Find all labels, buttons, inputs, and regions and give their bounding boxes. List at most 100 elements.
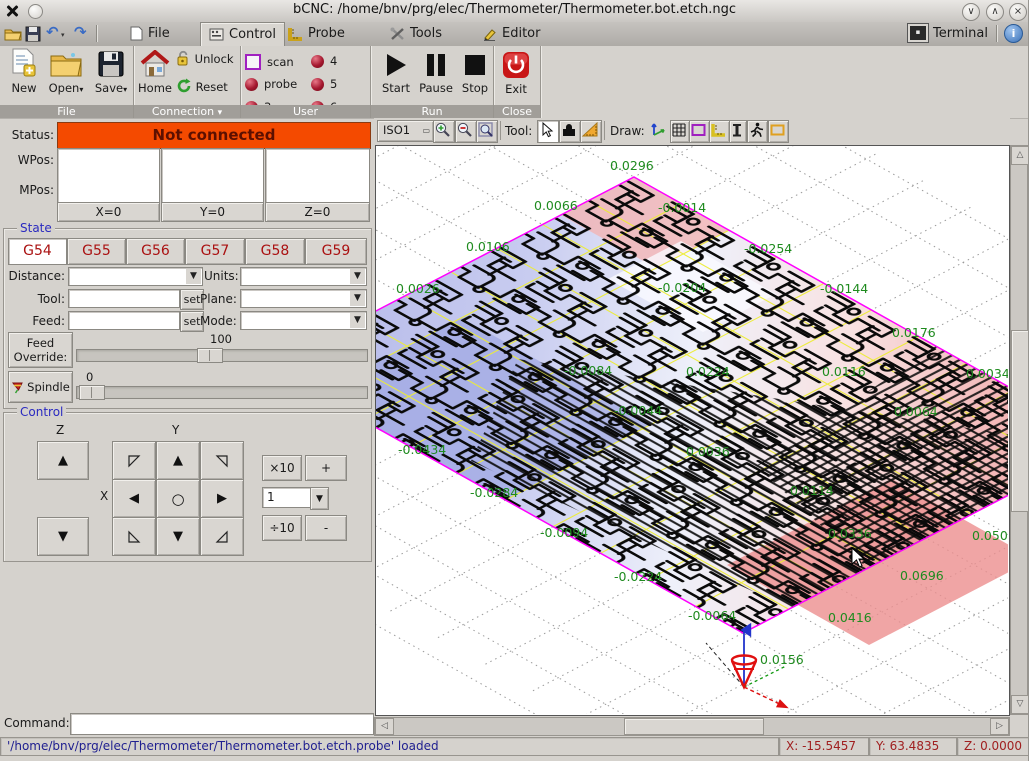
wpos-x-display[interactable] bbox=[57, 148, 160, 203]
tab-file[interactable]: File bbox=[122, 22, 178, 45]
tab-tools[interactable]: Tools bbox=[382, 22, 450, 45]
plane-dropdown-arrow[interactable]: ▼ bbox=[350, 291, 365, 306]
unlock-button[interactable]: Unlock bbox=[176, 50, 238, 66]
mode-dropdown-arrow[interactable]: ▼ bbox=[350, 313, 365, 328]
draw-margin-toggle[interactable] bbox=[689, 120, 710, 143]
distance-dropdown-arrow[interactable]: ▼ bbox=[186, 269, 201, 284]
gantry-tool-button[interactable] bbox=[559, 120, 581, 143]
draw-axes-toggle[interactable] bbox=[650, 120, 668, 141]
vertical-scroll-thumb[interactable] bbox=[1011, 330, 1029, 512]
units-dropdown-arrow[interactable]: ▼ bbox=[350, 269, 365, 284]
zero-z-button[interactable]: Z=0 bbox=[265, 202, 370, 222]
tab-probe[interactable]: Probe bbox=[280, 22, 353, 45]
draw-rapid-toggle[interactable] bbox=[768, 120, 789, 143]
wcs-g58-button[interactable]: G58 bbox=[245, 238, 305, 265]
user-button-5[interactable]: 5 bbox=[311, 77, 337, 91]
step-mul10-button[interactable]: ×10 bbox=[262, 455, 302, 481]
scroll-down-arrow[interactable]: ▽ bbox=[1011, 695, 1029, 714]
jog-z-plus-button[interactable]: ▲ bbox=[37, 441, 89, 480]
scroll-right-arrow[interactable]: ▷ bbox=[990, 718, 1009, 735]
step-value-entry[interactable]: 1 bbox=[262, 487, 315, 508]
redo-button[interactable]: ↷ bbox=[74, 24, 92, 42]
open-dropdown-arrow[interactable]: ▾ bbox=[79, 85, 83, 94]
save-icon[interactable] bbox=[24, 25, 42, 43]
command-input[interactable] bbox=[70, 713, 374, 735]
wcs-g56-button[interactable]: G56 bbox=[126, 238, 185, 265]
spindle-button[interactable]: Spindle bbox=[8, 371, 73, 403]
scroll-up-arrow[interactable]: △ bbox=[1011, 146, 1029, 165]
draw-probe-toggle[interactable] bbox=[709, 120, 730, 143]
step-div10-button[interactable]: ÷10 bbox=[262, 515, 302, 541]
wpos-y-display[interactable] bbox=[161, 148, 264, 203]
reset-button[interactable]: Reset bbox=[176, 78, 238, 94]
jog-x-plus-button[interactable]: ▶ bbox=[200, 479, 244, 518]
close-button[interactable]: × bbox=[1009, 3, 1027, 21]
tab-editor[interactable]: Editor bbox=[474, 22, 548, 45]
margin-icon bbox=[690, 121, 707, 139]
jog-y-plus-button[interactable]: ▲ bbox=[156, 441, 200, 480]
jog-z-minus-button[interactable]: ▼ bbox=[37, 517, 89, 556]
open-icon[interactable] bbox=[4, 25, 22, 43]
maximize-button[interactable]: ∧ bbox=[986, 3, 1004, 21]
jog-xminus-yplus-button[interactable] bbox=[112, 441, 156, 480]
feed-override-slider-handle[interactable] bbox=[197, 348, 223, 363]
jog-xminus-yminus-button[interactable] bbox=[112, 517, 156, 556]
units-combobox[interactable]: ▼ bbox=[240, 267, 367, 286]
wcs-g59-button[interactable]: G59 bbox=[305, 238, 367, 265]
start-button[interactable]: Start bbox=[378, 52, 414, 95]
spindle-slider-handle[interactable] bbox=[79, 385, 105, 400]
canvas-vertical-scrollbar[interactable]: △ ▽ bbox=[1010, 145, 1028, 715]
wpos-z-display[interactable] bbox=[265, 148, 370, 203]
save-button[interactable]: Save▾ bbox=[92, 50, 130, 95]
exit-button[interactable]: Exit bbox=[498, 51, 534, 96]
canvas-horizontal-scrollbar[interactable]: ◁ ▷ bbox=[374, 717, 1010, 736]
step-plus-button[interactable]: + bbox=[305, 455, 347, 481]
select-tool-button[interactable] bbox=[537, 120, 559, 143]
feed-entry[interactable] bbox=[68, 311, 180, 330]
wcs-g54-button[interactable]: G54 bbox=[8, 238, 67, 265]
wcs-g55-button[interactable]: G55 bbox=[67, 238, 126, 265]
zero-y-button[interactable]: Y=0 bbox=[161, 202, 264, 222]
home-button[interactable]: Home bbox=[137, 50, 173, 95]
save-dropdown-arrow[interactable]: ▾ bbox=[123, 85, 127, 94]
open-button[interactable]: Open▾ bbox=[46, 50, 86, 95]
draw-grid-toggle[interactable] bbox=[670, 120, 690, 143]
user-button-4[interactable]: 4 bbox=[311, 54, 337, 68]
horizontal-scroll-thumb[interactable] bbox=[624, 718, 764, 735]
tool-entry[interactable] bbox=[68, 289, 180, 308]
gcode-canvas[interactable]: 0.02960.0066-0.00140.0106-0.02540.0026-0… bbox=[375, 145, 1010, 716]
step-minus-button[interactable]: - bbox=[305, 515, 347, 541]
jog-xplus-yplus-button[interactable] bbox=[200, 441, 244, 480]
tab-control[interactable]: Control bbox=[200, 22, 285, 46]
jog-y-minus-button[interactable]: ▼ bbox=[156, 517, 200, 556]
distance-combobox[interactable]: ▼ bbox=[68, 267, 203, 286]
new-button[interactable]: New bbox=[8, 48, 40, 95]
zoom-fit-button[interactable] bbox=[476, 120, 498, 143]
jog-center-button[interactable]: ○ bbox=[156, 479, 200, 518]
user-button-scan[interactable]: scan bbox=[245, 54, 294, 70]
user-button-probe[interactable]: probe bbox=[245, 77, 297, 91]
pause-button[interactable]: Pause bbox=[417, 52, 455, 95]
zero-x-button[interactable]: X=0 bbox=[57, 202, 160, 222]
feed-override-slider[interactable] bbox=[76, 349, 368, 362]
jog-x-minus-button[interactable]: ◀ bbox=[112, 479, 156, 518]
view-combobox[interactable]: ISO1 ▭ bbox=[377, 120, 434, 142]
scroll-left-arrow[interactable]: ◁ bbox=[375, 718, 394, 735]
ruler-tool-button[interactable] bbox=[580, 120, 602, 143]
info-icon[interactable]: i bbox=[1004, 24, 1023, 43]
step-dropdown-arrow[interactable]: ▼ bbox=[310, 487, 329, 510]
spindle-slider[interactable] bbox=[76, 386, 368, 399]
draw-moves-toggle[interactable] bbox=[747, 120, 768, 143]
connection-group-caption[interactable]: Connection ▾ bbox=[134, 105, 240, 118]
draw-workarea-toggle[interactable] bbox=[729, 120, 747, 143]
stop-button[interactable]: Stop bbox=[459, 52, 491, 95]
mode-combobox[interactable]: ▼ bbox=[240, 311, 367, 330]
feed-override-button[interactable]: Feed Override: bbox=[8, 332, 73, 368]
jog-xplus-yminus-button[interactable] bbox=[200, 517, 244, 556]
zoom-out-button[interactable] bbox=[455, 120, 477, 143]
wcs-g57-button[interactable]: G57 bbox=[185, 238, 245, 265]
zoom-in-button[interactable] bbox=[433, 120, 455, 143]
plane-combobox[interactable]: ▼ bbox=[240, 289, 367, 308]
minimize-button[interactable]: ∨ bbox=[962, 3, 980, 21]
terminal-button[interactable]: ▪ Terminal bbox=[908, 24, 988, 42]
